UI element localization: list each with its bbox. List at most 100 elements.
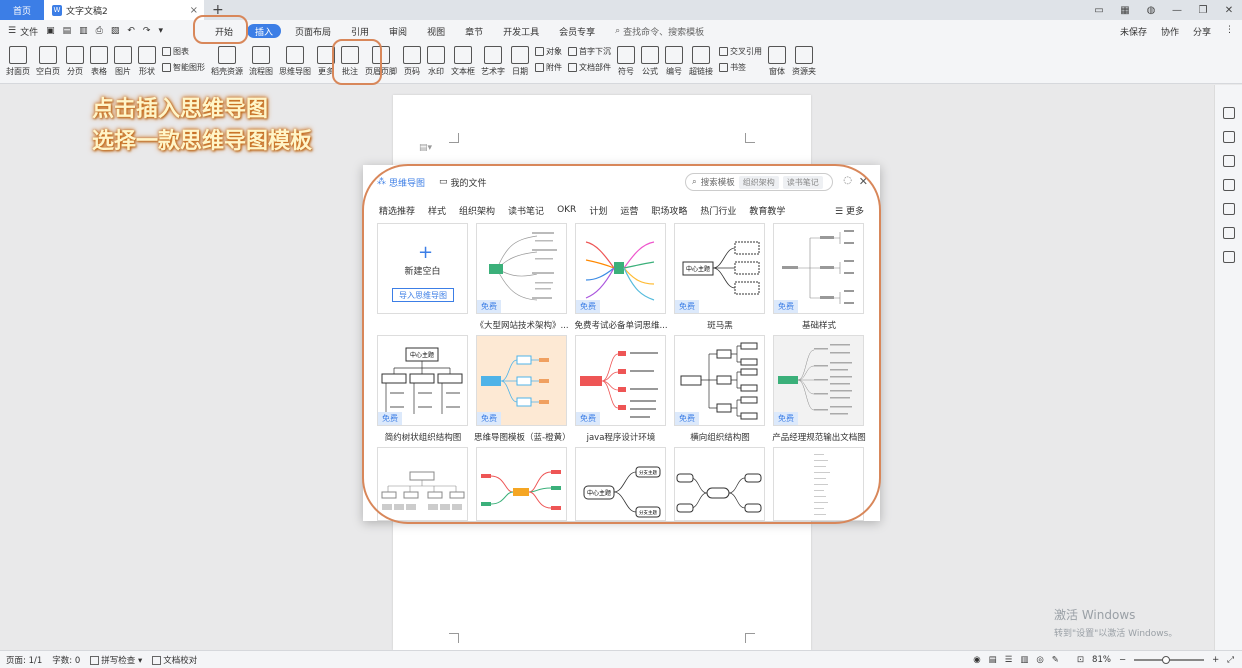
tile-icon[interactable]: ▭: [1086, 5, 1112, 16]
tab-1[interactable]: 插入: [247, 24, 282, 38]
ribbon-button-2[interactable]: 分页: [66, 42, 84, 77]
command-search[interactable]: ⌕ 查找命令、搜索模板: [615, 25, 704, 38]
ribbon-button-21[interactable]: 窗体: [768, 42, 786, 77]
close-window-icon[interactable]: ✕: [1216, 5, 1242, 16]
page-count[interactable]: 页面: 1/1: [6, 654, 42, 666]
avatar[interactable]: ◍: [1138, 5, 1164, 16]
adjust-icon[interactable]: [1222, 179, 1235, 191]
tab-7[interactable]: 开发工具: [493, 20, 549, 42]
backup-icon[interactable]: [1222, 203, 1235, 215]
maximize-icon[interactable]: ❐: [1190, 5, 1216, 16]
location-icon[interactable]: [1222, 227, 1235, 239]
ribbon-button-6[interactable]: 稻壳资源: [211, 42, 243, 77]
hamburger-icon[interactable]: ☰: [8, 26, 16, 36]
page-view-icon[interactable]: ▤: [989, 655, 997, 665]
outline-view-icon[interactable]: ☰: [1005, 655, 1013, 665]
ribbon-small-bookmark[interactable]: 书签: [719, 62, 762, 73]
web-view-icon[interactable]: ◎: [1036, 655, 1043, 665]
ribbon-button-4[interactable]: 图片: [114, 42, 132, 77]
style-icon[interactable]: [1222, 107, 1235, 119]
pen-icon[interactable]: ✎: [1052, 655, 1059, 665]
spell-check-toggle[interactable]: 拼写检查 ▾: [90, 654, 142, 666]
tab-5[interactable]: 视图: [417, 20, 455, 42]
zoom-in-icon[interactable]: +: [1212, 655, 1219, 665]
file-menu[interactable]: 文件: [20, 25, 38, 38]
ribbon-button-8[interactable]: 思维导图: [279, 42, 311, 77]
ribbon-small-chart[interactable]: 图表: [162, 46, 205, 57]
format-painter-icon[interactable]: ▧: [111, 26, 120, 36]
ribbon-icon-20: [692, 46, 710, 64]
ribbon-button-3[interactable]: 表格: [90, 42, 108, 77]
ribbon-label-21: 窗体: [769, 67, 785, 76]
collaborate-button[interactable]: 协作: [1161, 25, 1179, 38]
tab-document[interactable]: W 文字文稿2 ×: [44, 0, 204, 20]
ribbon-button-0[interactable]: 封面页: [6, 42, 30, 77]
ribbon-button-5[interactable]: 形状: [138, 42, 156, 77]
ribbon-icon-2: [66, 46, 84, 64]
ribbon-small-group: 对象附件: [535, 46, 562, 73]
ribbon-button-19[interactable]: 编号: [665, 42, 683, 77]
tutorial-annotation: 点击插入思维导图 选择一款思维导图模板: [92, 93, 312, 157]
ribbon-button-17[interactable]: 符号: [617, 42, 635, 77]
word-count[interactable]: 字数: 0: [52, 654, 80, 666]
tab-8[interactable]: 会员专享: [549, 20, 605, 42]
ribbon-icon-22: [795, 46, 813, 64]
more-menu-icon[interactable]: ⋮: [1225, 25, 1234, 38]
read-view-icon[interactable]: ▥: [1020, 655, 1028, 665]
ribbon-button-14[interactable]: 文本框: [451, 42, 475, 77]
select-icon[interactable]: [1222, 155, 1235, 167]
ribbon-icon-14: [454, 46, 472, 64]
share-button[interactable]: 分享: [1193, 25, 1211, 38]
ribbon-button-1[interactable]: 空白页: [36, 42, 60, 77]
save-icon[interactable]: ▣: [46, 26, 55, 36]
tab-home[interactable]: 首页: [0, 0, 44, 20]
ribbon-small-dropcap[interactable]: 首字下沉: [568, 46, 611, 57]
ribbon-small-label-chart: 图表: [173, 47, 189, 56]
ribbon-small-object[interactable]: 对象: [535, 46, 562, 57]
export-pdf-icon[interactable]: ▤: [63, 26, 72, 36]
redo-icon[interactable]: ↷: [143, 26, 151, 36]
tab-4[interactable]: 审阅: [379, 20, 417, 42]
book-icon[interactable]: [1222, 251, 1235, 263]
zoom-slider[interactable]: [1134, 655, 1205, 664]
proofread-button[interactable]: 文档校对: [152, 654, 197, 666]
paragraph-icon[interactable]: ▤▾: [419, 143, 432, 153]
ribbon-button-20[interactable]: 超链接: [689, 42, 713, 77]
undo-icon[interactable]: ↶: [127, 26, 135, 36]
zoom-level[interactable]: 81%: [1092, 655, 1111, 665]
eye-icon[interactable]: ◉: [973, 655, 980, 665]
ribbon-button-16[interactable]: 日期: [511, 42, 529, 77]
ribbon-icon-7: [252, 46, 270, 64]
print-icon[interactable]: ⎙: [96, 26, 103, 36]
tab-6[interactable]: 章节: [455, 20, 493, 42]
print-preview-icon[interactable]: ▥: [79, 26, 88, 36]
ribbon-button-13[interactable]: 水印: [427, 42, 445, 77]
customize-icon[interactable]: ▾: [158, 26, 163, 36]
status-bar: 页面: 1/1 字数: 0 拼写检查 ▾ 文档校对 ◉ ▤ ☰ ▥ ◎ ✎ ⊡ …: [0, 650, 1242, 668]
tab-2[interactable]: 页面布局: [285, 20, 341, 42]
highlight-mindmap-button: [332, 39, 382, 85]
margin-corner-tl: [449, 133, 459, 143]
ribbon-button-18[interactable]: 公式: [641, 42, 659, 77]
zoom-out-icon[interactable]: −: [1119, 655, 1126, 665]
ribbon-button-15[interactable]: 艺术字: [481, 42, 505, 77]
ribbon-button-7[interactable]: 流程图: [249, 42, 273, 77]
ribbon-button-22[interactable]: 资源夹: [792, 42, 816, 77]
grid-icon[interactable]: ▦: [1112, 5, 1138, 16]
fit-icon[interactable]: ⊡: [1077, 655, 1084, 665]
fullscreen-icon[interactable]: ⤢: [1227, 655, 1234, 665]
title-bar: 首页 W 文字文稿2 × + ▭ ▦ ◍ — ❐ ✕: [0, 0, 1242, 20]
ribbon-label-19: 编号: [666, 67, 682, 76]
edit-icon[interactable]: [1222, 131, 1235, 143]
close-tab-icon[interactable]: ×: [190, 5, 198, 16]
ribbon-small-docpart[interactable]: 文档部件: [568, 62, 611, 73]
ribbon-label-14: 文本框: [451, 67, 475, 76]
zoom-slider-handle[interactable]: [1162, 655, 1171, 664]
unsaved-button[interactable]: 未保存: [1120, 25, 1147, 38]
ribbon-small-label-object: 对象: [546, 47, 562, 56]
ribbon-small-crossref[interactable]: 交叉引用: [719, 46, 762, 57]
minimize-icon[interactable]: —: [1164, 5, 1190, 16]
ribbon-small-attach[interactable]: 附件: [535, 62, 562, 73]
ribbon-small-smart[interactable]: 智能图形: [162, 62, 205, 73]
ribbon-button-12[interactable]: 页码: [403, 42, 421, 77]
